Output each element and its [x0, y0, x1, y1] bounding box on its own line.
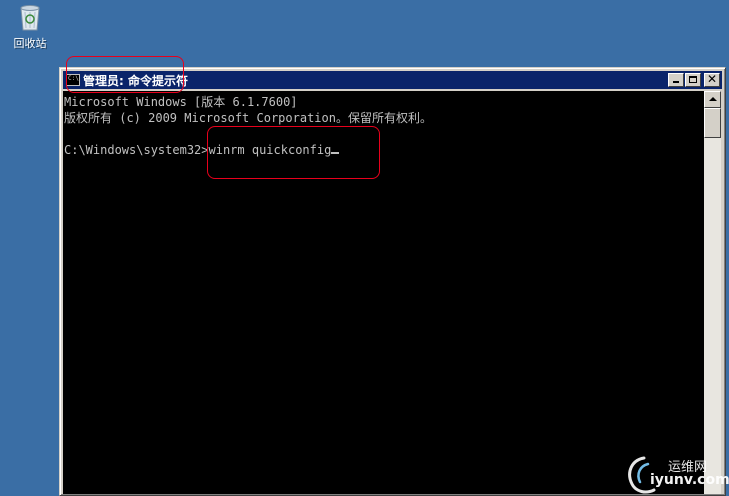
scrollbar-thumb[interactable]	[704, 108, 721, 138]
minimize-icon	[673, 81, 679, 83]
maximize-button[interactable]	[685, 73, 701, 87]
scroll-up-button[interactable]	[704, 91, 721, 108]
vertical-scrollbar[interactable]	[704, 91, 721, 494]
maximize-icon	[689, 76, 697, 83]
recycle-bin-icon	[20, 5, 40, 31]
console-output[interactable]: Microsoft Windows [版本 6.1.7600] 版权所有 (c)…	[63, 91, 704, 494]
close-icon: ✕	[706, 72, 718, 86]
recycle-bin-desktop-icon[interactable]: 回收站	[6, 2, 54, 54]
minimize-button[interactable]	[668, 73, 684, 87]
arrow-up-icon	[709, 97, 717, 101]
console-line-copyright: 版权所有 (c) 2009 Microsoft Corporation。保留所有…	[64, 111, 432, 125]
console-line-version: Microsoft Windows [版本 6.1.7600]	[64, 95, 298, 109]
watermark-text-url: iyunv.com	[650, 472, 729, 488]
close-button[interactable]: ✕	[704, 72, 720, 87]
recycle-bin-label: 回收站	[13, 37, 47, 50]
annotation-title-highlight	[66, 56, 184, 93]
annotation-command-highlight	[207, 126, 380, 179]
window-controls: ✕	[667, 72, 720, 87]
command-prompt-window[interactable]: C:\ 管理员: 命令提示符 ✕ Microsoft Windows [版本 6…	[59, 67, 726, 496]
watermark: 运维网 iyunv.com	[624, 450, 729, 496]
